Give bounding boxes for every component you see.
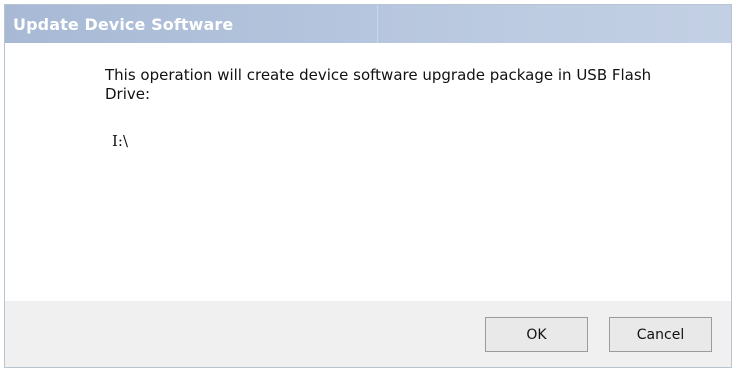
usb-drive-path: I:\ bbox=[112, 132, 129, 150]
dialog-button-bar: OK Cancel bbox=[5, 301, 731, 367]
dialog-titlebar: Update Device Software bbox=[5, 5, 731, 43]
titlebar-divider bbox=[377, 5, 378, 43]
update-software-dialog: Update Device Software This operation wi… bbox=[4, 4, 732, 368]
dialog-message: This operation will create device softwa… bbox=[105, 66, 652, 103]
cancel-button[interactable]: Cancel bbox=[609, 317, 712, 352]
ok-button[interactable]: OK bbox=[485, 317, 588, 352]
dialog-title: Update Device Software bbox=[13, 15, 234, 34]
